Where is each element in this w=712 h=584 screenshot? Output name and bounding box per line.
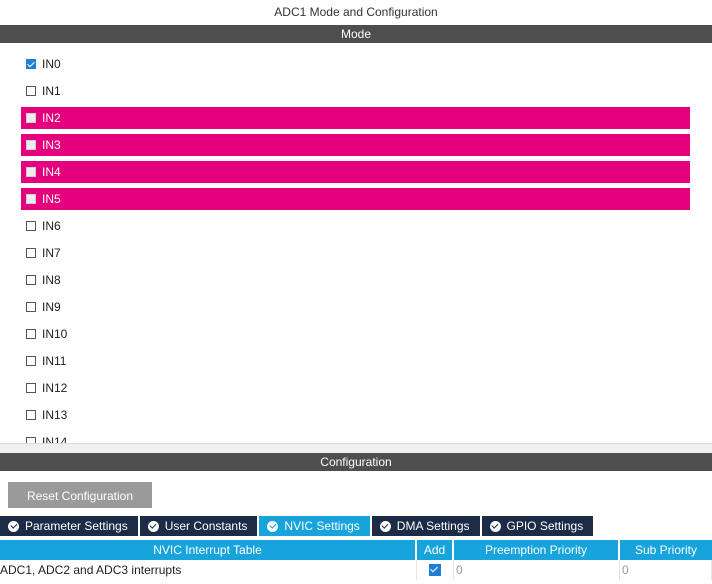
tab-label: NVIC Settings <box>284 519 360 533</box>
interrupt-name: ADC1, ADC2 and ADC3 interrupts <box>0 560 417 580</box>
checkbox-icon[interactable] <box>26 167 36 177</box>
mode-channel-list[interactable]: IN0 IN1 IN2 IN3 IN4 IN5 IN6 IN7 IN8 IN9 IN10 IN11 IN… <box>0 44 712 443</box>
mode-item-in0[interactable]: IN0 <box>21 53 690 75</box>
mode-item-label: IN10 <box>42 327 68 341</box>
checkbox-icon[interactable] <box>26 356 36 366</box>
mode-item-label: IN5 <box>42 192 61 206</box>
mode-item-label: IN0 <box>42 57 61 71</box>
mode-section-header: Mode <box>0 25 712 43</box>
tab-dma-settings[interactable]: DMA Settings <box>371 516 480 536</box>
checkbox-icon[interactable] <box>26 59 36 69</box>
panel-splitter[interactable] <box>0 443 712 453</box>
sub-priority-value[interactable]: 0 <box>620 560 712 580</box>
window-title: ADC1 Mode and Configuration <box>274 5 438 19</box>
tab-label: User Constants <box>164 519 248 533</box>
tab-parameter-settings[interactable]: Parameter Settings <box>0 516 138 536</box>
mode-item-in10[interactable]: IN10 <box>21 323 690 345</box>
check-circle-icon <box>8 520 19 532</box>
column-header-sub-priority[interactable]: Sub Priority <box>620 540 712 560</box>
check-circle-icon <box>489 520 501 532</box>
mode-item-in11[interactable]: IN11 <box>21 350 690 372</box>
mode-item-label: IN9 <box>42 300 61 314</box>
mode-item-in13[interactable]: IN13 <box>21 404 690 426</box>
mode-item-label: IN11 <box>42 354 67 368</box>
tab-label: Parameter Settings <box>25 519 128 533</box>
configuration-section-header: Configuration <box>0 453 712 471</box>
mode-item-in6[interactable]: IN6 <box>21 215 690 237</box>
mode-item-label: IN1 <box>42 84 61 98</box>
mode-item-in2[interactable]: IN2 <box>21 107 690 129</box>
mode-item-in1[interactable]: IN1 <box>21 80 690 102</box>
nvic-interrupt-table: NVIC Interrupt Table Add Preemption Prio… <box>0 540 712 580</box>
config-tabs: Parameter Settings User Constants NVIC Set… <box>0 516 595 536</box>
check-circle-icon <box>267 520 279 532</box>
reset-configuration-button[interactable]: Reset Configuration <box>8 482 152 508</box>
mode-item-in12[interactable]: IN12 <box>21 377 690 399</box>
checkbox-icon[interactable] <box>26 140 36 150</box>
checkbox-icon[interactable] <box>26 194 36 204</box>
table-row[interactable]: ADC1, ADC2 and ADC3 interrupts 0 0 <box>0 560 712 580</box>
mode-item-label: IN3 <box>42 138 61 152</box>
preemption-priority-value[interactable]: 0 <box>454 560 620 580</box>
checkbox-icon[interactable] <box>26 383 36 393</box>
check-circle-icon <box>147 520 159 532</box>
mode-item-label: IN13 <box>42 408 68 422</box>
mode-item-label: IN12 <box>42 381 68 395</box>
checkbox-icon[interactable] <box>26 113 36 123</box>
tab-user-constants[interactable]: User Constants <box>139 516 258 536</box>
tab-nvic-settings[interactable]: NVIC Settings <box>259 516 370 536</box>
table-header: NVIC Interrupt Table Add Preemption Prio… <box>0 540 712 560</box>
tab-label: GPIO Settings <box>506 519 584 533</box>
mode-item-label: IN7 <box>42 246 61 260</box>
mode-item-in7[interactable]: IN7 <box>21 242 690 264</box>
column-header-preemption[interactable]: Preemption Priority <box>454 540 620 560</box>
checkbox-icon[interactable] <box>26 86 36 96</box>
mode-item-label: IN8 <box>42 273 61 287</box>
add-cell <box>417 560 454 580</box>
checkbox-icon[interactable] <box>26 329 36 339</box>
mode-item-label: IN2 <box>42 111 61 125</box>
column-header-add[interactable]: Add <box>417 540 454 560</box>
tab-gpio-settings[interactable]: GPIO Settings <box>481 516 594 536</box>
mode-item-label: IN4 <box>42 165 61 179</box>
mode-item-in14[interactable]: IN14 <box>21 431 690 443</box>
mode-item-in4[interactable]: IN4 <box>21 161 690 183</box>
mode-item-in5[interactable]: IN5 <box>21 188 690 210</box>
checkbox-icon[interactable] <box>26 275 36 285</box>
mode-item-in3[interactable]: IN3 <box>21 134 690 156</box>
mode-item-in9[interactable]: IN9 <box>21 296 690 318</box>
checkbox-icon[interactable] <box>26 302 36 312</box>
checkbox-icon[interactable] <box>26 410 36 420</box>
mode-item-in8[interactable]: IN8 <box>21 269 690 291</box>
checkbox-icon[interactable] <box>26 248 36 258</box>
mode-item-label: IN14 <box>42 435 68 443</box>
checkbox-icon[interactable] <box>26 221 36 231</box>
add-interrupt-checkbox[interactable] <box>429 564 441 576</box>
column-header-nvic[interactable]: NVIC Interrupt Table <box>0 540 417 560</box>
tab-label: DMA Settings <box>396 519 470 533</box>
check-circle-icon <box>379 520 391 532</box>
mode-item-label: IN6 <box>42 219 61 233</box>
